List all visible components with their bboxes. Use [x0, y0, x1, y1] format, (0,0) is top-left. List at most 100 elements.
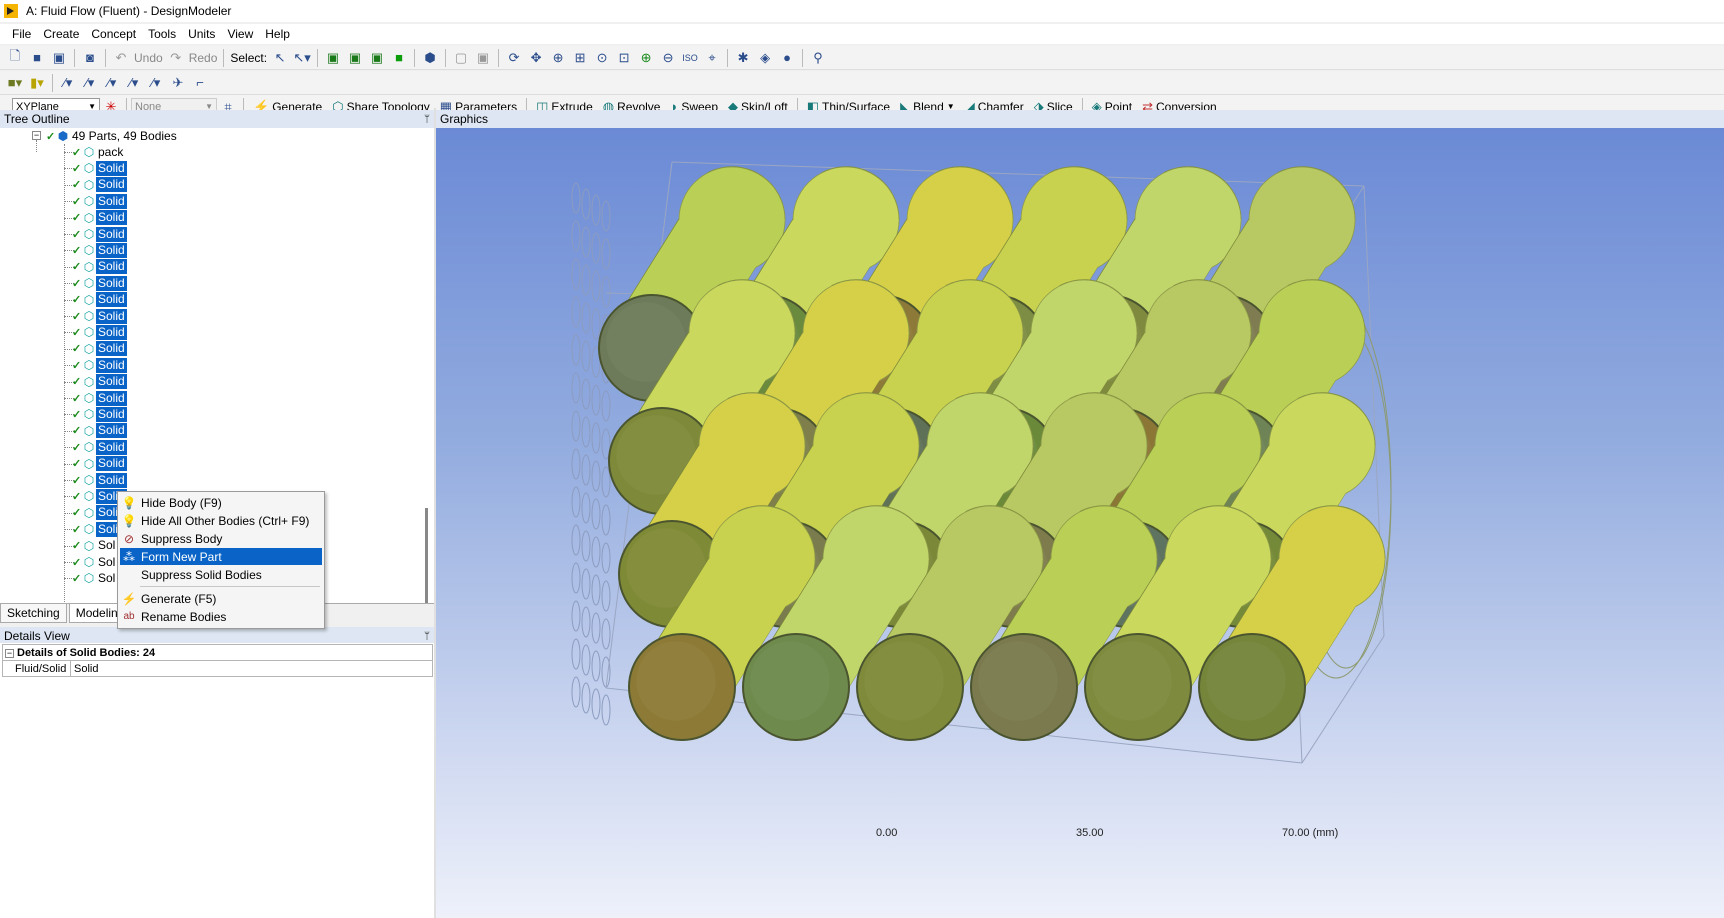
zoom-in-icon[interactable]: ⊕ — [636, 48, 656, 68]
face-filter-icon[interactable]: ▣ — [367, 48, 387, 68]
tree-body-item[interactable]: ✓ ⬡ Solid — [72, 423, 127, 439]
back-circle — [591, 688, 601, 720]
save-icon[interactable]: ■ — [27, 48, 47, 68]
pin-icon[interactable]: ᛘ — [424, 631, 430, 642]
menu-units[interactable]: Units — [182, 27, 221, 41]
save-as-icon[interactable]: ▣ — [49, 48, 69, 68]
edge-display-5-icon[interactable]: ⁄▾ — [146, 73, 166, 93]
edge-display-1-icon[interactable]: ⁄▾ — [58, 73, 78, 93]
body-cube-icon: ⬡ — [83, 358, 95, 373]
select-filter-icon[interactable]: ↖▾ — [292, 48, 312, 68]
face-color-icon[interactable]: ■▾ — [5, 73, 25, 93]
tree-body-item[interactable]: ✓ ⬡ Solid — [72, 357, 127, 373]
body-filter-icon[interactable]: ■ — [389, 48, 409, 68]
look-at-icon[interactable]: ⌖ — [702, 48, 722, 68]
menu-create[interactable]: Create — [37, 27, 85, 41]
collapse-icon[interactable]: − — [5, 648, 14, 658]
tree-body-item[interactable]: ✓ ⬡ Solid — [72, 374, 127, 390]
zoom-box-icon[interactable]: ⊞ — [570, 48, 590, 68]
undo-button[interactable]: Undo — [134, 51, 163, 65]
display-model-icon[interactable]: ◈ — [755, 48, 775, 68]
tree-body-item[interactable]: ✓ ⬡ Solid — [72, 259, 127, 275]
box-select-alt-icon[interactable]: ▣ — [473, 48, 493, 68]
menu-tools[interactable]: Tools — [142, 27, 182, 41]
tree-body-item[interactable]: ✓ ⬡ Solid — [72, 193, 127, 209]
tree-root[interactable]: ✓ ⬢ 49 Parts, 49 Bodies — [46, 128, 179, 144]
suppress-body-menu-item[interactable]: ⊘ Suppress Body — [120, 530, 322, 547]
triad-icon[interactable]: ✱ — [733, 48, 753, 68]
pin-icon[interactable]: ✈ — [168, 73, 188, 93]
tree-body-item[interactable]: ✓ ⬡ Solid — [72, 275, 127, 291]
details-value[interactable]: Solid — [70, 660, 433, 677]
back-circle — [571, 562, 581, 594]
collapse-icon[interactable]: − — [32, 131, 41, 140]
tree-body-item[interactable]: ✓ ⬡ Sol — [72, 554, 117, 570]
tree-body-item[interactable]: ✓ ⬡ Solid — [72, 308, 127, 324]
hide-other-bodies-menu-item[interactable]: 💡 Hide All Other Bodies (Ctrl+ F9) — [120, 512, 322, 529]
body-cube-icon: ⬡ — [83, 177, 95, 192]
edge-filter-icon[interactable]: ▣ — [345, 48, 365, 68]
extend-selection-icon[interactable]: ⬢ — [420, 48, 440, 68]
tab-sketching[interactable]: Sketching — [0, 604, 67, 623]
cap-highlight — [978, 641, 1058, 721]
edge-display-3-icon[interactable]: ⁄▾ — [102, 73, 122, 93]
tree-scrollbar-thumb[interactable] — [425, 508, 428, 604]
tree-body-item[interactable]: ✓ ⬡ Solid — [72, 177, 127, 193]
tree-body-item[interactable]: ✓ ⬡ Solid — [72, 242, 127, 258]
menu-view[interactable]: View — [221, 27, 259, 41]
checkmark-icon: ✓ — [72, 474, 82, 487]
tree-root-label: 49 Parts, 49 Bodies — [72, 128, 177, 143]
body-cube-icon: ⬡ — [83, 309, 95, 323]
tree-body-item[interactable]: ✓ ⬡ Solid — [72, 456, 127, 472]
checkmark-icon: ✓ — [72, 228, 82, 241]
rotate-icon[interactable]: ⟳ — [504, 48, 524, 68]
tree-body-item[interactable]: ✓ ⬡ Solid — [72, 324, 127, 340]
suppress-solid-bodies-menu-item[interactable]: Suppress Solid Bodies — [120, 566, 322, 583]
zoom-icon[interactable]: ⊕ — [548, 48, 568, 68]
zoom-fit-icon[interactable]: ⊙ — [592, 48, 612, 68]
point-filter-icon[interactable]: ▣ — [323, 48, 343, 68]
tree-body-item[interactable]: ✓ ⬡ pack — [72, 144, 125, 160]
tree-body-item[interactable]: ✓ ⬡ Solid — [72, 210, 127, 226]
edge-style-icon[interactable]: ⌐ — [190, 73, 210, 93]
help-icon[interactable]: ⚲ — [808, 48, 828, 68]
back-circle — [591, 422, 601, 454]
details-table: − Details of Solid Bodies: 24 Fluid/Solid… — [2, 644, 433, 677]
screenshot-icon[interactable]: ◙ — [80, 48, 100, 68]
pin-icon[interactable]: ᛘ — [424, 114, 430, 125]
tree-body-item[interactable]: ✓ ⬡ Solid — [72, 226, 127, 242]
rename-bodies-menu-item[interactable]: ab Rename Bodies — [120, 608, 322, 625]
tree-body-item[interactable]: ✓ ⬡ Solid — [72, 472, 127, 488]
zoom-window-icon[interactable]: ⊡ — [614, 48, 634, 68]
hide-body-menu-item[interactable]: 💡 Hide Body (F9) — [120, 494, 322, 511]
iso-view-icon[interactable]: ISO — [680, 48, 700, 68]
tree-body-item[interactable]: ✓ ⬡ Sol — [72, 538, 117, 554]
undo-icon[interactable]: ↶ — [111, 48, 131, 68]
tree-body-item[interactable]: ✓ ⬡ Sol — [72, 570, 117, 586]
select-mode-icon[interactable]: ↖ — [270, 48, 290, 68]
tree-body-item[interactable]: ✓ ⬡ Solid — [72, 341, 127, 357]
graphics-viewport[interactable] — [436, 128, 1724, 918]
parts-icon: ⬢ — [57, 129, 69, 143]
display-point-icon[interactable]: ● — [777, 48, 797, 68]
edge-display-2-icon[interactable]: ⁄▾ — [80, 73, 100, 93]
form-new-part-menu-item[interactable]: ⁂ Form New Part — [120, 548, 322, 565]
generate-menu-item[interactable]: ⚡ Generate (F5) — [120, 590, 322, 607]
tree-body-item[interactable]: ✓ ⬡ Solid — [72, 160, 127, 176]
redo-icon[interactable]: ↷ — [166, 48, 186, 68]
details-group-cell[interactable]: − Details of Solid Bodies: 24 — [2, 644, 433, 661]
box-select-icon[interactable]: ▢ — [451, 48, 471, 68]
menu-help[interactable]: Help — [259, 27, 296, 41]
new-file-icon[interactable]: 🗋 — [5, 48, 25, 68]
tree-body-item[interactable]: ✓ ⬡ Solid — [72, 292, 127, 308]
menu-concept[interactable]: Concept — [85, 27, 142, 41]
zoom-out-icon[interactable]: ⊖ — [658, 48, 678, 68]
edge-display-4-icon[interactable]: ⁄▾ — [124, 73, 144, 93]
tree-body-item[interactable]: ✓ ⬡ Solid — [72, 390, 127, 406]
tree-body-item[interactable]: ✓ ⬡ Solid — [72, 406, 127, 422]
menu-file[interactable]: File — [6, 27, 37, 41]
edge-color-icon[interactable]: ▮▾ — [27, 73, 47, 93]
pan-icon[interactable]: ✥ — [526, 48, 546, 68]
redo-button[interactable]: Redo — [189, 51, 218, 65]
tree-body-item[interactable]: ✓ ⬡ Solid — [72, 439, 127, 455]
